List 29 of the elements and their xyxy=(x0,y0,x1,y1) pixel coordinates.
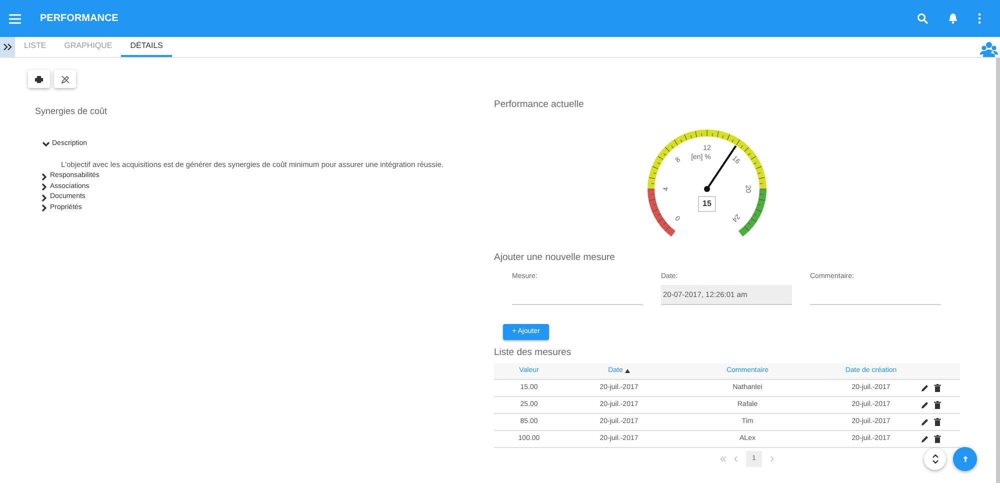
double-chevron-icon xyxy=(2,43,12,51)
more-icon[interactable] xyxy=(978,13,981,24)
print-button[interactable] xyxy=(28,70,50,88)
edit-off-button[interactable] xyxy=(54,70,76,88)
chevron-down-icon xyxy=(42,140,50,148)
up-down-icon xyxy=(932,454,938,464)
bell-icon[interactable] xyxy=(948,13,958,24)
tab[interactable]: DÉTAILS xyxy=(121,37,172,57)
sidebar-toggle[interactable] xyxy=(0,37,15,57)
trash-icon[interactable] xyxy=(934,418,941,426)
sort-up-icon xyxy=(624,369,630,374)
trash-icon[interactable] xyxy=(934,384,941,392)
people-icon[interactable] xyxy=(980,40,998,58)
trash-icon[interactable] xyxy=(934,435,941,444)
trash-icon[interactable] xyxy=(934,401,941,410)
pencil-off-icon xyxy=(60,74,70,84)
form-title: Ajouter une nouvelle mesure xyxy=(494,251,616,266)
arrow-up-icon xyxy=(962,456,968,462)
menu-icon[interactable] xyxy=(9,14,21,24)
table-title: Liste des mesures xyxy=(494,346,572,360)
scroll-top-button[interactable] xyxy=(953,447,977,471)
gauge-title: Performance actuelle xyxy=(494,98,585,112)
search-icon[interactable] xyxy=(917,13,928,24)
scroll-toggle-button[interactable] xyxy=(924,448,946,470)
tab[interactable]: GRAPHIQUE xyxy=(55,37,122,57)
tab[interactable]: LISTE xyxy=(15,37,56,57)
app-title: PERFORMANCE xyxy=(40,12,118,26)
item-title: Synergies de coût xyxy=(35,105,108,118)
gauge-value: 15 xyxy=(698,196,716,212)
